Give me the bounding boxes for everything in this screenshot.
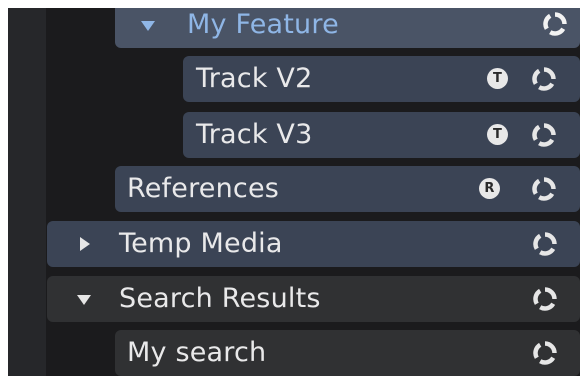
tree-row-temp-media[interactable]: Temp Media bbox=[47, 221, 580, 267]
tree-row-references[interactable]: References R bbox=[115, 166, 580, 212]
sync-status-icon[interactable] bbox=[532, 123, 556, 147]
track-type-badge: T bbox=[487, 68, 508, 89]
tree-row-label: My Feature bbox=[187, 9, 339, 40]
sync-status-icon[interactable] bbox=[533, 341, 557, 365]
tree-row-track-v3[interactable]: Track V3 T bbox=[183, 112, 580, 158]
track-type-badge: T bbox=[487, 124, 508, 145]
tree-row-my-feature[interactable]: My Feature bbox=[115, 8, 580, 48]
reference-type-badge: R bbox=[479, 178, 500, 199]
tree-row-label: My search bbox=[127, 337, 267, 368]
chevron-right-icon[interactable] bbox=[80, 237, 90, 251]
sync-status-icon[interactable] bbox=[533, 232, 557, 256]
chevron-down-icon[interactable] bbox=[141, 21, 155, 31]
sync-status-icon[interactable] bbox=[533, 287, 557, 311]
tree-row-my-search[interactable]: My search bbox=[115, 330, 580, 376]
panel-gutter bbox=[8, 8, 46, 376]
tree-row-search-results[interactable]: Search Results bbox=[47, 276, 580, 322]
sync-status-icon[interactable] bbox=[532, 67, 556, 91]
tree-row-label: Track V3 bbox=[196, 119, 313, 150]
tree-row-label: Track V2 bbox=[196, 63, 313, 94]
tree-row-label: Search Results bbox=[119, 283, 321, 314]
tree-row-track-v2[interactable]: Track V2 T bbox=[183, 56, 580, 102]
tree-panel: My Feature Track V2 T Track V3 T Referen… bbox=[8, 8, 580, 376]
sync-status-icon[interactable] bbox=[543, 12, 567, 36]
tree-row-label: References bbox=[127, 173, 280, 204]
tree-row-label: Temp Media bbox=[119, 228, 283, 259]
sync-status-icon[interactable] bbox=[532, 177, 556, 201]
chevron-down-icon[interactable] bbox=[77, 295, 91, 305]
